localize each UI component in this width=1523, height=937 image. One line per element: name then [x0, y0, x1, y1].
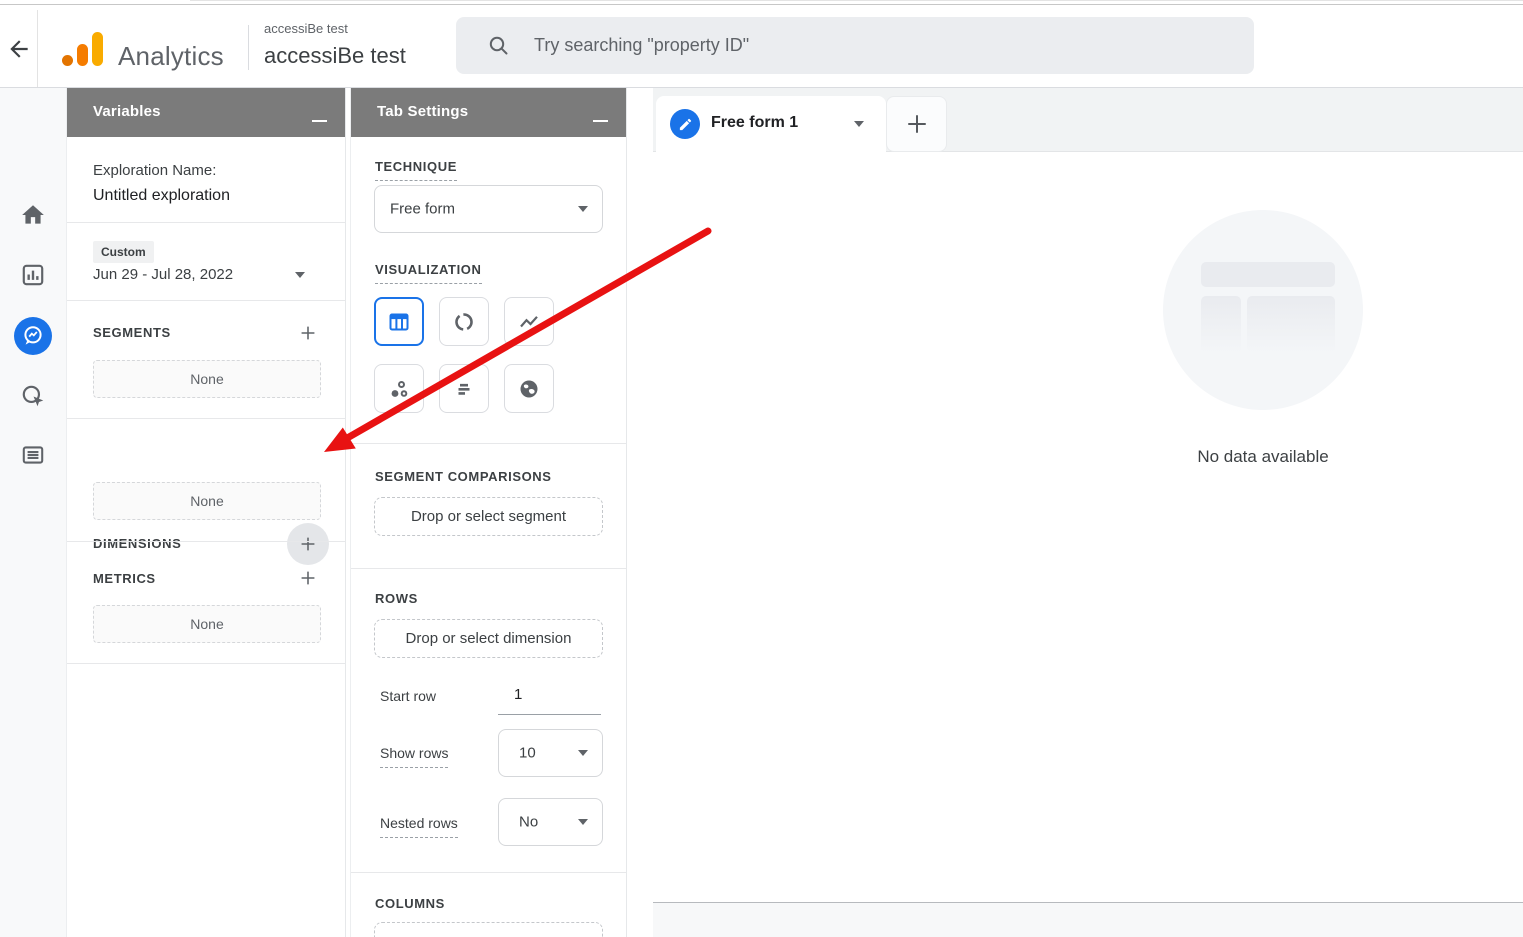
divider [67, 541, 345, 542]
tab-free-form-1[interactable]: Free form 1 [656, 96, 886, 153]
ga-explorations-screen: Analytics accessiBe test accessiBe test … [0, 0, 1523, 937]
divider [67, 222, 345, 223]
table-icon [387, 310, 411, 334]
chevron-down-icon[interactable] [295, 272, 305, 278]
divider [351, 568, 626, 569]
tab-settings-title: Tab Settings [377, 103, 468, 120]
technique-select[interactable]: Free form [374, 185, 603, 233]
date-range-value[interactable]: Jun 29 - Jul 28, 2022 [93, 266, 233, 283]
rows-label: ROWS [375, 591, 418, 606]
start-row-underline [498, 714, 601, 715]
nested-rows-label: Nested rows [380, 815, 458, 838]
divider [67, 300, 345, 301]
nested-rows-value: No [519, 814, 538, 831]
minimize-panel-button[interactable] [593, 120, 608, 122]
nested-rows-select[interactable]: No [498, 798, 603, 846]
metrics-label: METRICS [93, 571, 156, 586]
search-placeholder: Try searching "property ID" [534, 35, 749, 56]
divider [67, 418, 345, 419]
columns-drop-zone[interactable] [374, 922, 603, 937]
exploration-name-label: Exploration Name: [93, 162, 216, 179]
explore-active-icon [14, 317, 52, 355]
show-rows-value: 10 [519, 745, 536, 762]
segment-drop-zone[interactable]: Drop or select segment [374, 497, 603, 536]
start-row-label: Start row [380, 688, 436, 704]
empty-state-text: No data available [1113, 447, 1413, 467]
show-rows-select[interactable]: 10 [498, 729, 603, 777]
show-rows-label: Show rows [380, 745, 448, 768]
technique-label: TECHNIQUE [375, 159, 457, 181]
minimize-panel-button[interactable] [312, 120, 327, 122]
visualization-label: VISUALIZATION [375, 262, 482, 284]
divider [351, 443, 626, 444]
sidebar-item-reports[interactable] [9, 251, 57, 299]
date-range-badge: Custom [93, 241, 154, 263]
search-icon [487, 34, 511, 58]
donut-chart-icon [452, 310, 476, 334]
tab-settings-panel-header: Tab Settings [351, 88, 626, 137]
exploration-canvas: No data available Free form 1 [653, 88, 1523, 937]
segments-none-box[interactable]: None [93, 360, 321, 398]
rows-drop-zone[interactable]: Drop or select dimension [374, 619, 603, 658]
variables-panel: Variables Exploration Name: Untitled exp… [67, 88, 346, 937]
header-divider [248, 25, 249, 70]
metrics-none-box[interactable]: None [93, 605, 321, 643]
chevron-down-icon [578, 750, 588, 756]
divider [351, 872, 626, 873]
exploration-name-value[interactable]: Untitled exploration [93, 187, 230, 205]
sidebar-item-home[interactable] [9, 191, 57, 239]
variables-panel-header: Variables [67, 88, 345, 137]
sidebar-item-advertising[interactable] [9, 372, 57, 420]
search-input[interactable]: Try searching "property ID" [456, 17, 1254, 74]
viz-table-button[interactable] [374, 297, 424, 346]
scatter-chart-icon [387, 377, 411, 401]
columns-label: COLUMNS [375, 896, 445, 911]
tab-settings-panel: Tab Settings TECHNIQUE Free form VISUALI… [350, 88, 627, 937]
segment-comparisons-label: SEGMENT COMPARISONS [375, 469, 552, 484]
variables-panel-title: Variables [93, 103, 161, 120]
chevron-down-icon[interactable] [854, 121, 864, 127]
edit-pencil-icon[interactable] [670, 109, 700, 139]
analytics-logo-icon[interactable] [60, 32, 106, 68]
viz-scatter-button[interactable] [374, 364, 424, 413]
viz-donut-button[interactable] [439, 297, 489, 346]
chevron-down-icon [578, 206, 588, 212]
add-metric-button[interactable] [287, 557, 329, 599]
empty-state-illustration [1163, 210, 1363, 410]
sidebar-item-explore[interactable] [9, 312, 57, 360]
header-divider [37, 10, 38, 87]
add-segment-button[interactable] [287, 312, 329, 354]
technique-value: Free form [390, 201, 455, 218]
bar-chart-icon [452, 377, 476, 401]
line-chart-icon [517, 310, 541, 334]
add-tab-button[interactable] [886, 96, 947, 152]
dimensions-label: DIMENSIONS [93, 536, 181, 551]
nav-rail [0, 88, 67, 937]
canvas-card: No data available [653, 152, 1523, 903]
globe-icon [517, 377, 541, 401]
viz-geo-button[interactable] [504, 364, 554, 413]
browser-chrome-line [0, 4, 1523, 5]
chevron-down-icon [578, 819, 588, 825]
start-row-input[interactable]: 1 [514, 686, 522, 703]
tab-title: Free form 1 [711, 114, 798, 132]
app-header: Analytics accessiBe test accessiBe test … [0, 10, 1523, 88]
divider [67, 663, 345, 664]
back-button[interactable] [6, 36, 32, 62]
app-name: Analytics [118, 41, 224, 72]
browser-chrome-line [190, 0, 1523, 1]
dimensions-none-box[interactable]: None [93, 482, 321, 520]
viz-bar-button[interactable] [439, 364, 489, 413]
account-name: accessiBe test [264, 21, 348, 36]
segments-label: SEGMENTS [93, 325, 171, 340]
property-selector[interactable]: accessiBe test [264, 43, 406, 69]
viz-line-button[interactable] [504, 297, 554, 346]
sidebar-item-library[interactable] [9, 431, 57, 479]
